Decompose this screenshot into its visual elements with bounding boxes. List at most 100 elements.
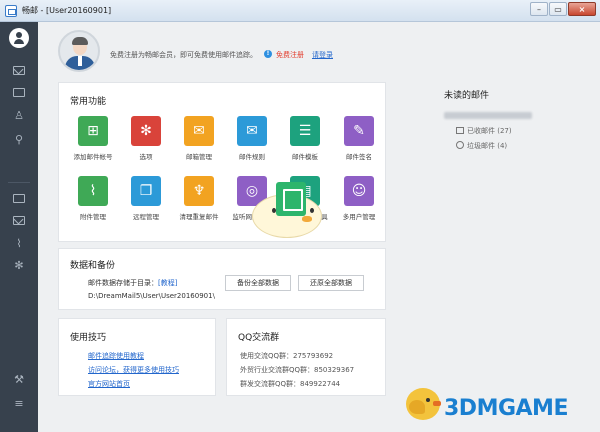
received-mail-link[interactable]: 已收邮件 (27) [456,126,512,136]
window-title: 畅邮 - [User20160901] [22,6,112,15]
tip-link-forum[interactable]: 访问论坛，获得更多使用技巧 [88,365,179,375]
mascot-eye [310,208,314,213]
watermark-bird [404,384,444,424]
bird-beak [433,401,441,406]
title-bar: 畅邮 - [User20160901] – ▭ × [0,0,600,22]
free-register-link[interactable]: 免费注册 [276,50,304,60]
unread-account-blurred[interactable] [444,112,532,119]
feature-1[interactable]: ⊞ 添加邮件帐号 [68,116,118,161]
search-icon[interactable]: ⚲ [13,134,25,146]
feature-glyph: ✉ [193,123,205,139]
feature-glyph: ♆ [192,183,206,199]
feature-glyph: ✉ [246,123,258,139]
tips-title: 使用技巧 [70,333,107,343]
watermark-text: 3DMGAME [444,396,568,421]
bird-eye [426,398,430,402]
storage-path-text: 邮件数据存储于目录： [88,279,158,287]
qq-group-line: 外贸行业交流群QQ群：850329367 [240,366,355,374]
maximize-button[interactable]: ▭ [549,2,567,16]
mail-icon[interactable] [13,66,25,75]
compose-icon[interactable] [13,216,25,225]
spam-icon [456,141,464,149]
backup-title: 数据和备份 [70,261,116,271]
feature-7[interactable]: ⌇ 附件管理 [68,176,118,221]
bird-wing [409,400,425,414]
feature-9[interactable]: ♆ 清理重复邮件 [174,176,224,221]
users-icon: ☺ [344,176,374,206]
mascot-beak [302,216,312,222]
restore-all-button[interactable]: 还原全部数据 [298,275,364,291]
received-mail-label: 已收邮件 (27) [467,127,512,135]
sidebar-divider [8,182,30,183]
menu-icon[interactable]: ≡ [13,398,25,410]
feature-3[interactable]: ✉ 邮箱管理 [174,116,224,161]
backup-all-button[interactable]: 备份全部数据 [225,275,291,291]
attachment-icon[interactable]: ⌇ [13,238,25,250]
tools-icon[interactable]: ⚒ [13,374,25,386]
feature-label: 远程管理 [133,213,159,221]
feature-label: 多用户管理 [342,213,376,221]
feature-12[interactable]: ☺ 多用户管理 [334,176,384,221]
paperclip-icon: ⌇ [78,176,108,206]
feature-label: 附件管理 [80,213,106,221]
sidebar: ♙ ⚲ ⌇ ✻ ⚒ ≡ [0,22,38,432]
common-functions-title: 常用功能 [70,97,107,107]
gear-icon: ✻ [131,116,161,146]
avatar-tie [78,56,82,66]
feature-glyph: ⊞ [87,123,99,139]
feature-label: 邮件模板 [292,153,318,161]
mail-rule-icon: ✉ [237,116,267,146]
tip-link-official-site[interactable]: 官方网站首页 [88,379,130,389]
feature-glyph: ⌇ [89,183,97,199]
feature-glyph: ☺ [351,183,367,199]
tip-link-tracking-tutorial[interactable]: 邮件追踪使用教程 [88,351,144,361]
close-icon: × [578,5,586,14]
feature-glyph: ✎ [353,123,365,139]
storage-path-value: D:\DreamMail5\User\User20160901\ [88,292,215,300]
inbox-icon [456,127,464,134]
feature-label: 添加邮件帐号 [73,153,113,161]
spam-mail-link[interactable]: 垃圾邮件 (4) [456,141,507,151]
mascot-eye [272,208,276,213]
feature-5[interactable]: ☰ 邮件模板 [280,116,330,161]
qq-group-title: QQ交流群 [238,333,280,343]
avatar-hair [72,37,88,45]
feature-4[interactable]: ✉ 邮件规则 [227,116,277,161]
feature-glyph: ☰ [298,123,312,139]
app-icon [5,5,17,17]
feature-label: 清理重复邮件 [179,213,219,221]
close-button[interactable]: × [568,2,596,16]
broom-icon: ♆ [184,176,214,206]
free-register-text: 免费注册为畅邮会员，即可免费使用邮件追踪。 [110,51,257,59]
spam-mail-label: 垃圾邮件 (4) [467,142,508,150]
mailbox-manage-icon: ✉ [184,116,214,146]
user-avatar[interactable] [58,30,100,72]
feature-label: 邮箱管理 [186,153,212,161]
feature-glyph: ❐ [139,183,153,199]
qq-group-line: 使用交流QQ群：275793692 [240,352,334,360]
minimize-button[interactable]: – [530,2,548,16]
feature-8[interactable]: ❐ 远程管理 [121,176,171,221]
feature-label: 邮件签名 [346,153,372,161]
avatar-icon[interactable] [9,28,29,48]
tutorial-link[interactable]: [教程] [158,279,177,287]
mascot-database-icon [276,182,306,216]
remote-icon: ❐ [131,176,161,206]
window-controls: – ▭ × [529,2,596,16]
settings-icon[interactable]: ✻ [13,260,25,272]
signature-icon: ✎ [344,116,374,146]
qq-group-line: 群发交流群QQ群：849922744 [240,380,341,388]
feature-6[interactable]: ✎ 邮件签名 [334,116,384,161]
add-account-icon: ⊞ [78,116,108,146]
info-icon: ! [264,50,272,58]
maximize-icon: ▭ [554,5,562,14]
feature-label: 选项 [139,153,153,161]
login-link[interactable]: 请登录 [312,50,333,60]
contact-card-icon[interactable] [13,194,25,203]
feature-glyph: ✻ [140,123,152,139]
contacts-icon[interactable]: ♙ [13,110,25,122]
unread-mail-title: 未读的邮件 [444,91,490,101]
calendar-icon[interactable] [13,88,25,97]
template-icon: ☰ [290,116,320,146]
feature-2[interactable]: ✻ 选项 [121,116,171,161]
